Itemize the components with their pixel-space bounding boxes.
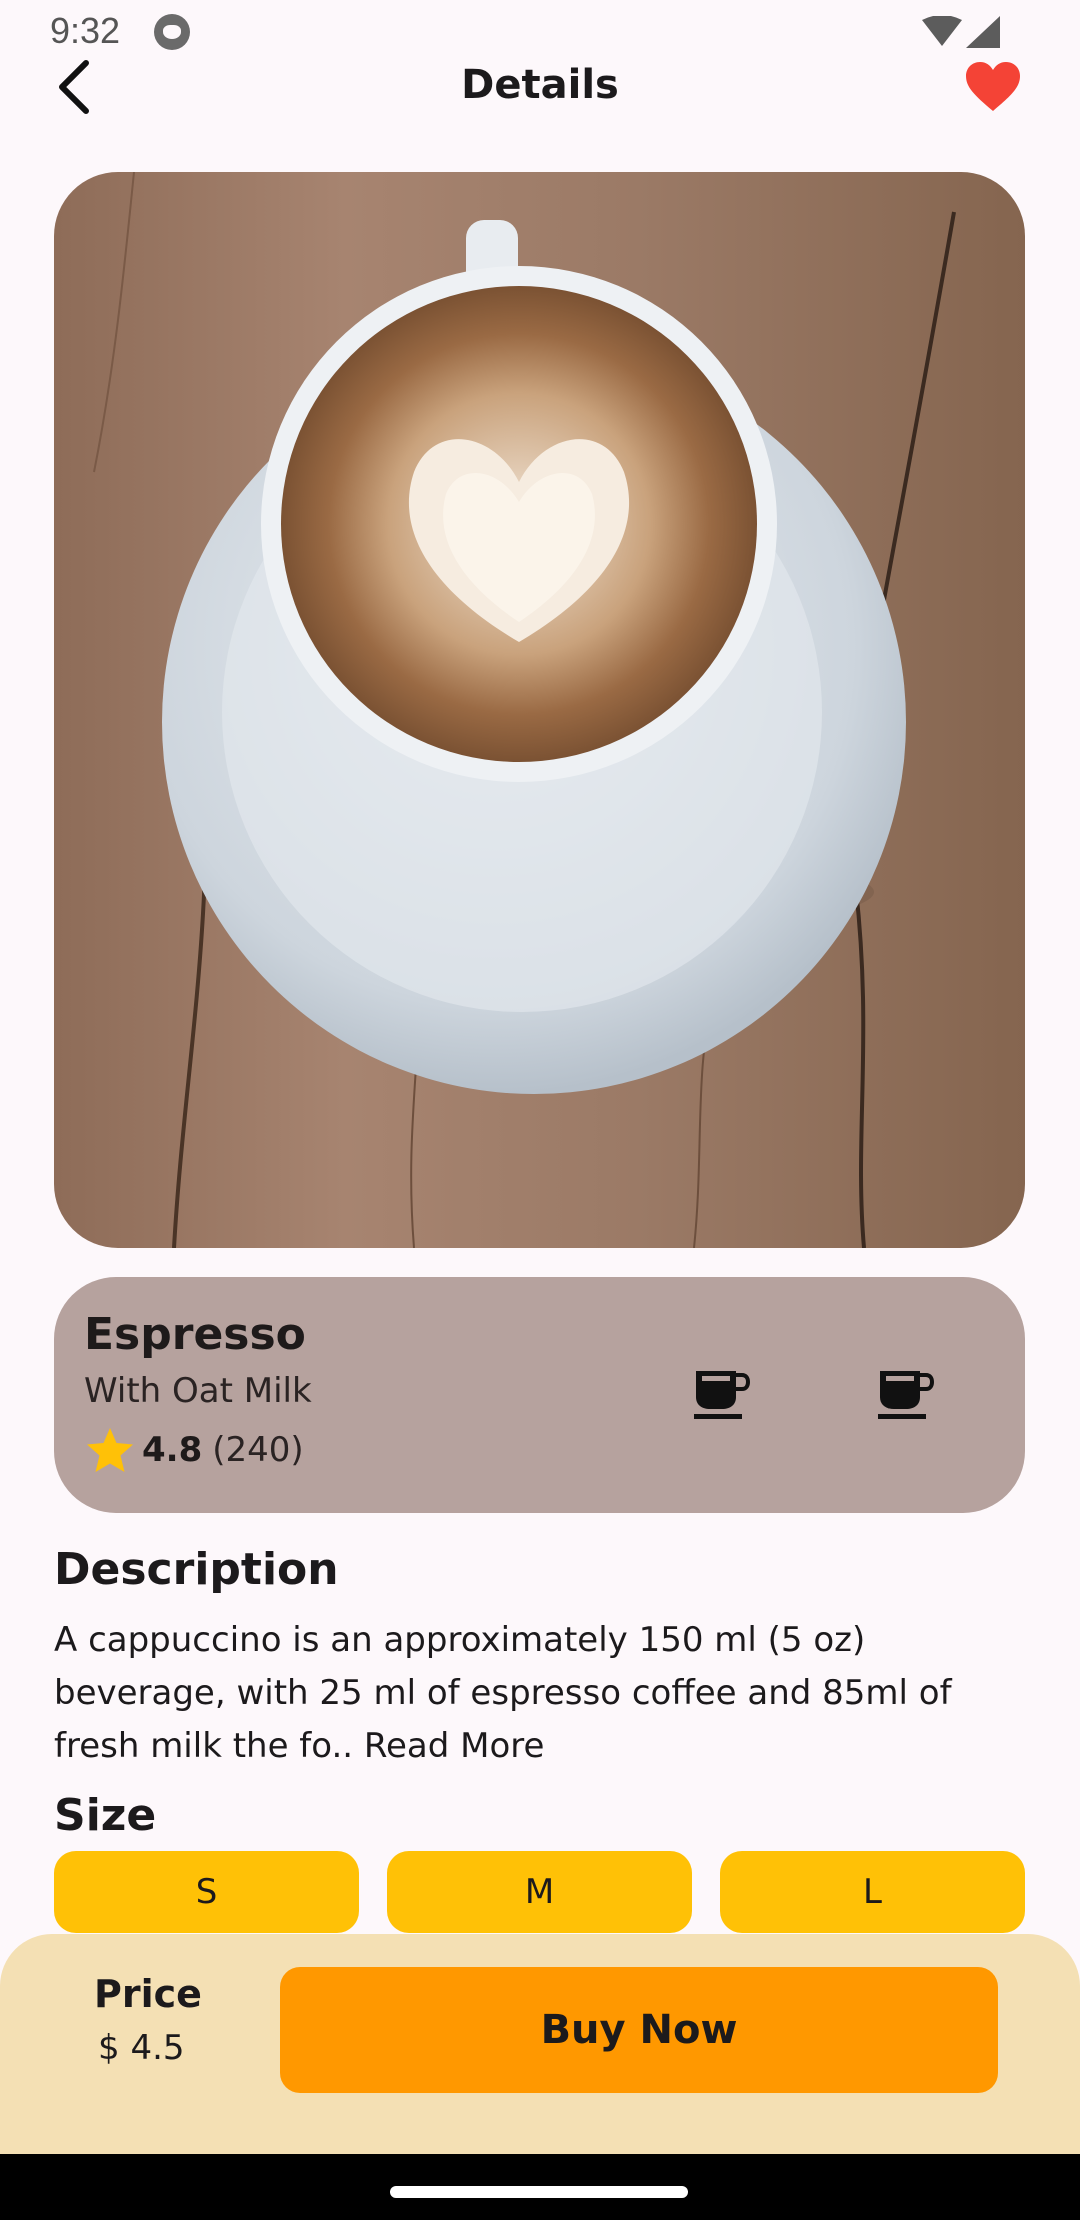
product-name: Espresso <box>84 1309 306 1360</box>
system-navigation-bar <box>0 2154 1080 2220</box>
status-time: 9:32 <box>50 10 121 51</box>
details-screen: 9:32 Details Espresso With Oat Milk 4.8 … <box>0 0 1080 2220</box>
home-indicator[interactable] <box>390 2186 688 2198</box>
description-heading: Description <box>54 1544 339 1595</box>
price-label: Price <box>94 1972 202 2016</box>
product-image <box>54 172 1025 1248</box>
product-info-card: Espresso With Oat Milk 4.8 (240) <box>54 1277 1025 1513</box>
app-bar: Details <box>0 52 1080 164</box>
rating-count: (240) <box>212 1430 304 1470</box>
size-heading: Size <box>54 1790 157 1841</box>
size-button-m[interactable]: M <box>387 1851 692 1933</box>
size-button-l[interactable]: L <box>720 1851 1025 1933</box>
price-value: $ 4.5 <box>98 2028 185 2068</box>
coffee-cup-icon <box>694 1371 750 1419</box>
product-subtitle: With Oat Milk <box>84 1371 312 1411</box>
signal-icon <box>966 16 1000 48</box>
size-button-s[interactable]: S <box>54 1851 359 1933</box>
notification-icon <box>154 14 190 50</box>
star-icon <box>87 1428 133 1472</box>
description-text: A cappuccino is an approximately 150 ml … <box>54 1614 1034 1773</box>
read-more-link[interactable]: Read More <box>364 1726 545 1766</box>
favorite-button[interactable] <box>958 52 1028 122</box>
heart-icon <box>966 62 1020 111</box>
bottom-purchase-bar: Price $ 4.5 Buy Now <box>0 1934 1080 2154</box>
wifi-icon <box>922 16 962 46</box>
page-title: Details <box>461 62 619 108</box>
rating-row: 4.8 (240) <box>86 1427 304 1473</box>
coffee-cup-icon <box>878 1371 934 1419</box>
buy-now-button[interactable]: Buy Now <box>280 1967 998 2093</box>
rating-value: 4.8 <box>142 1430 203 1470</box>
